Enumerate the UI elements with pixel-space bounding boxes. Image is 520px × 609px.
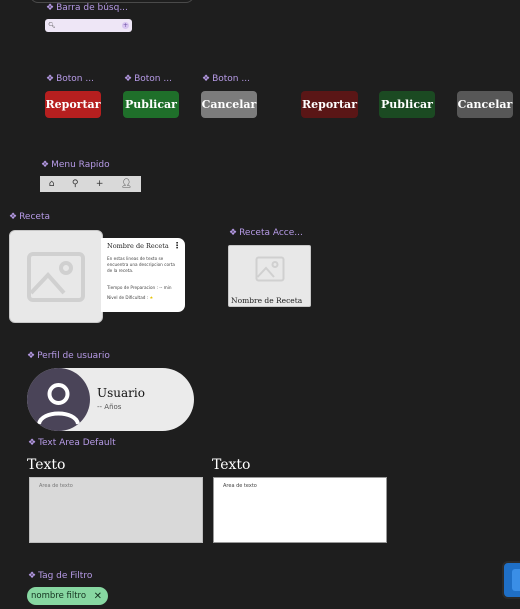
recipe-access-title: Nombre de Receta bbox=[231, 296, 303, 305]
user-age: -- Años bbox=[97, 403, 122, 411]
button-label-3: ❖ Boton ... bbox=[202, 74, 250, 84]
tag-label: ❖ Tag de Filtro bbox=[28, 571, 93, 581]
recipe-card[interactable]: Nombre de Receta ⋮ En estas lineas de te… bbox=[101, 238, 185, 312]
user-icon[interactable]: 👤︎ bbox=[121, 176, 132, 192]
cancel-button[interactable]: Cancelar bbox=[201, 91, 257, 118]
image-placeholder-icon bbox=[27, 251, 85, 302]
recipe-access-label: ❖ Receta Acce... bbox=[229, 228, 303, 238]
search-icon[interactable]: ⚲ bbox=[72, 176, 79, 192]
image-placeholder-icon bbox=[255, 256, 284, 282]
add-icon[interactable]: + bbox=[96, 176, 104, 192]
floating-widget[interactable] bbox=[502, 561, 520, 599]
recipe-time: Tiempo de Preparacion : -- min bbox=[107, 285, 172, 290]
user-name: Usuario bbox=[97, 386, 145, 400]
filter-tag[interactable]: nombre filtro ✕ bbox=[27, 587, 108, 605]
search-bar-label: ❖ Barra de búsq... bbox=[46, 3, 128, 13]
report-button-pressed[interactable]: Reportar bbox=[301, 91, 358, 118]
filter-tag-text: nombre filtro bbox=[31, 591, 87, 601]
recipe-title: Nombre de Receta bbox=[107, 242, 169, 250]
text-area-title-default: Texto bbox=[27, 457, 66, 473]
profile-label: ❖ Perfil de usuario bbox=[27, 351, 110, 361]
difficulty-label: Nivel de Dificultad : bbox=[107, 295, 150, 300]
button-label-1: ❖ Boton ... bbox=[46, 74, 94, 84]
quick-menu: ⌂ ⚲ + 👤︎ bbox=[40, 176, 141, 192]
text-area-active[interactable]: Area de texto bbox=[213, 477, 387, 543]
text-area-placeholder: Area de texto bbox=[223, 483, 257, 489]
widget-icon bbox=[512, 569, 520, 591]
home-icon[interactable]: ⌂ bbox=[49, 176, 55, 192]
text-area-default[interactable]: Area de texto bbox=[29, 477, 203, 543]
more-options-icon[interactable]: ⋮ bbox=[173, 241, 181, 250]
publish-button-pressed[interactable]: Publicar bbox=[379, 91, 435, 118]
star-icon: ★ bbox=[149, 295, 154, 300]
text-area-label: ❖ Text Area Default bbox=[28, 438, 116, 448]
recipe-difficulty: Nivel de Dificultad : ★ bbox=[107, 295, 153, 300]
publish-button[interactable]: Publicar bbox=[123, 91, 179, 118]
search-bar[interactable]: 🔍︎ + bbox=[45, 19, 132, 32]
add-icon[interactable]: + bbox=[122, 22, 129, 29]
text-area-title-active: Texto bbox=[212, 457, 251, 473]
avatar[interactable] bbox=[27, 368, 90, 431]
user-icon bbox=[37, 383, 80, 425]
quick-menu-label: ❖ Menu Rapido bbox=[41, 160, 110, 170]
recipe-image[interactable] bbox=[9, 230, 103, 323]
cancel-button-pressed[interactable]: Cancelar bbox=[457, 91, 513, 118]
recipe-label: ❖ Receta bbox=[9, 212, 50, 222]
text-area-placeholder: Area de texto bbox=[39, 483, 73, 489]
search-icon: 🔍︎ bbox=[48, 22, 56, 29]
close-icon[interactable]: ✕ bbox=[94, 591, 102, 602]
report-button[interactable]: Reportar bbox=[45, 91, 101, 118]
recipe-description: En estas lineas de texto se encuentra un… bbox=[107, 256, 175, 273]
button-label-2: ❖ Boton ... bbox=[124, 74, 172, 84]
